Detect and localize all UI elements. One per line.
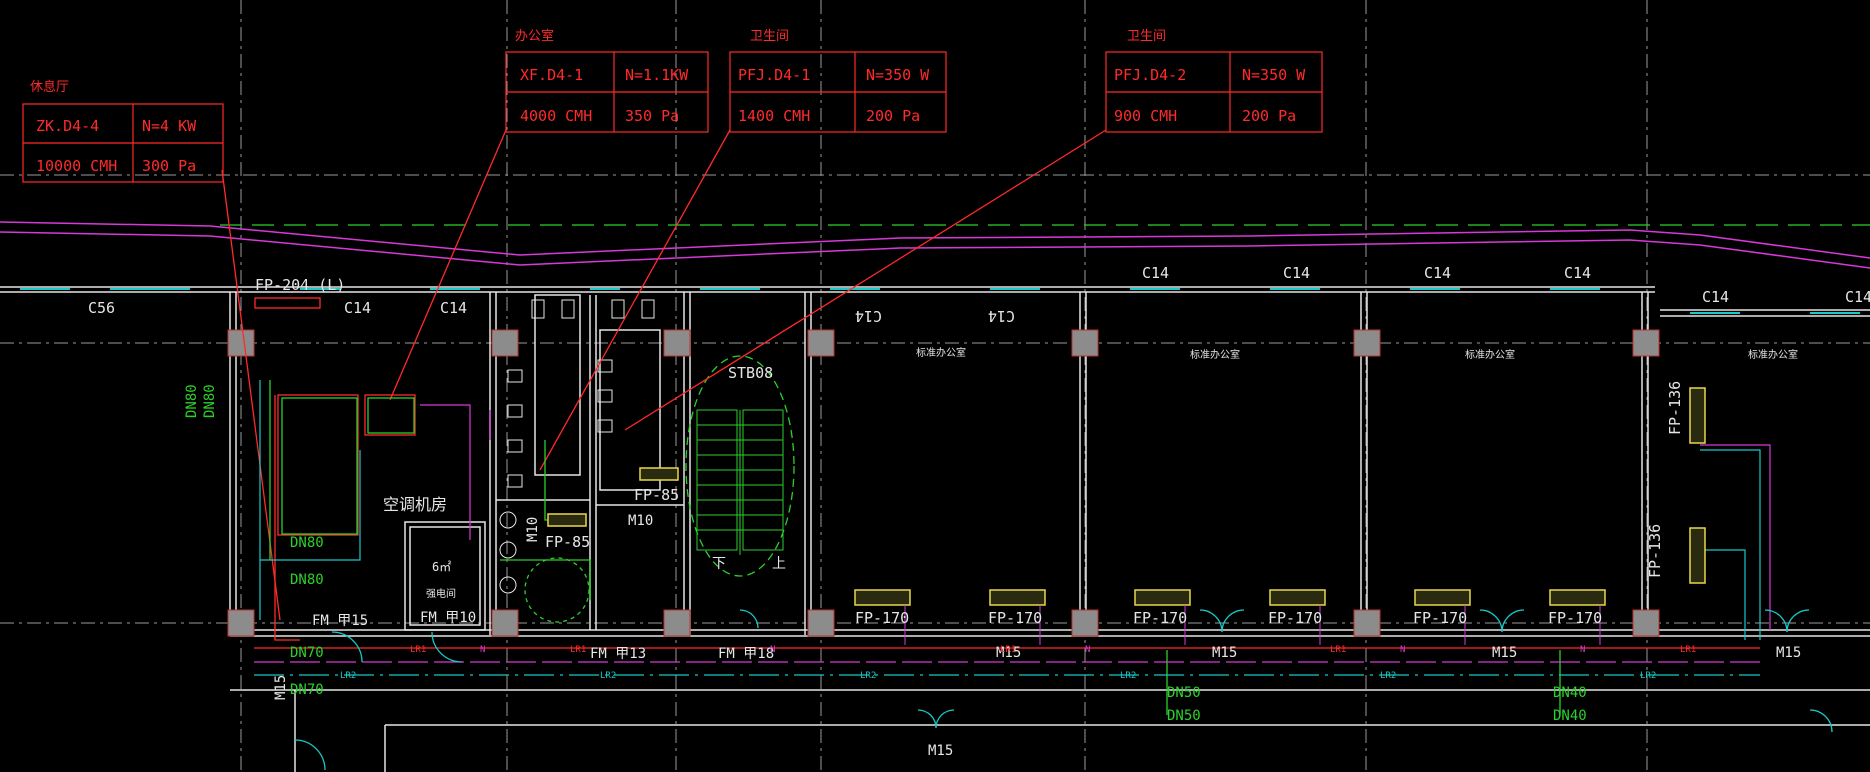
- hvac-equipment: [221, 129, 1760, 649]
- fan-coil-label: FP-170: [988, 609, 1042, 627]
- table-cell-pressure: 200 Pa: [866, 107, 920, 125]
- door-label: M15: [928, 743, 953, 759]
- door-label: FM 甲18: [718, 646, 774, 662]
- cad-drawing-canvas[interactable]: 休息厅 ZK.D4-4 N=4 KW 10000 CMH 300 Pa 办公室 …: [0, 0, 1870, 772]
- line-code: N: [480, 645, 485, 655]
- door-label: FM 甲13: [590, 646, 646, 662]
- table-cell-tag: PFJ.D4-2: [1114, 66, 1186, 84]
- window-label: C14: [344, 299, 371, 317]
- fan-coil-label: FP-170: [855, 609, 909, 627]
- office-room-label: 标准办公室: [916, 346, 966, 359]
- fan-coil-label: FP-170: [1548, 609, 1602, 627]
- pipe-size-label: DN70: [290, 682, 324, 698]
- table-cell-power: N=350 W: [866, 66, 930, 84]
- fan-coil-label: FP-85: [545, 533, 590, 551]
- window-label: C14: [1283, 264, 1310, 282]
- door-label: M15: [1212, 645, 1237, 661]
- table-cell-power: N=1.1KW: [625, 66, 689, 84]
- door-label: FM 甲15: [312, 613, 368, 629]
- room-label-rest-hall: 休息厅: [30, 79, 69, 95]
- pipe-size-label: DN50: [1167, 685, 1201, 701]
- window-label: C14: [1564, 264, 1591, 282]
- table-cell-airflow: 10000 CMH: [36, 157, 117, 175]
- exterior-duct: [0, 221, 1870, 269]
- window-label: C14: [1845, 288, 1870, 306]
- axis-grid: [0, 0, 1870, 772]
- line-code: N: [1085, 645, 1090, 655]
- table-cell-tag: ZK.D4-4: [36, 117, 99, 135]
- table-cell-power: N=4 KW: [142, 117, 197, 135]
- line-code: N: [1400, 645, 1405, 655]
- ahu-room-label: 空调机房: [383, 495, 447, 514]
- table-cell-airflow: 900 CMH: [1114, 107, 1177, 125]
- line-code: LR2: [1120, 671, 1136, 681]
- door-label: FM 甲10: [420, 610, 476, 626]
- door-label: M15: [273, 675, 289, 700]
- line-code: LR2: [860, 671, 876, 681]
- fan-coil-label: FP-136: [1646, 524, 1664, 578]
- window-label-mirrored: C14: [855, 307, 882, 325]
- window-label: C14: [1702, 288, 1729, 306]
- line-code: LR2: [600, 671, 616, 681]
- line-code: LR1: [1000, 645, 1016, 655]
- table-cell-pressure: 300 Pa: [142, 157, 196, 175]
- door-label: M15: [1776, 645, 1801, 661]
- fan-coil-units: [547, 387, 1706, 645]
- door-label: M10: [525, 517, 541, 542]
- fan-coil-label: FP-85: [634, 486, 679, 504]
- line-code: LR2: [1380, 671, 1396, 681]
- stair-up-label: 上: [772, 556, 786, 572]
- pipe-size-label: DN80: [202, 384, 218, 418]
- pipe-size-label: DN40: [1553, 708, 1587, 724]
- pipe-size-label: DN70: [290, 645, 324, 661]
- pipe-size-label: DN80: [184, 384, 200, 418]
- stair-down-label: 下: [712, 556, 726, 572]
- line-code: LR1: [410, 645, 426, 655]
- window-label-mirrored: C14: [988, 307, 1015, 325]
- line-code: LR1: [1680, 645, 1696, 655]
- small-room-area: 6㎡: [432, 560, 451, 574]
- line-code: LR2: [1640, 671, 1656, 681]
- line-code: LR1: [1330, 645, 1346, 655]
- line-code: N: [1580, 645, 1585, 655]
- office-room-label: 标准办公室: [1465, 348, 1515, 361]
- window-label: C14: [1424, 264, 1451, 282]
- pipe-size-label: DN50: [1167, 708, 1201, 724]
- door-label: M15: [1492, 645, 1517, 661]
- line-code: LR2: [340, 671, 356, 681]
- room-label-toilet: 卫生间: [750, 29, 789, 44]
- table-cell-airflow: 1400 CMH: [738, 107, 810, 125]
- fan-coil-label: FP-170: [1413, 609, 1467, 627]
- stair-label: STB08: [728, 364, 773, 382]
- fan-coil-label: FP-136: [1666, 381, 1684, 435]
- line-code: N: [770, 645, 775, 655]
- table-cell-tag: XF.D4-1: [520, 66, 583, 84]
- interior-walls: [229, 292, 1870, 772]
- office-room-label: 标准办公室: [1748, 348, 1798, 361]
- door-label: M10: [628, 513, 653, 529]
- table-cell-power: N=350 W: [1242, 66, 1306, 84]
- table-cell-tag: PFJ.D4-1: [738, 66, 810, 84]
- line-code: LR1: [570, 645, 586, 655]
- window-label: C14: [440, 299, 467, 317]
- window-label: C14: [1142, 264, 1169, 282]
- room-label-toilet: 卫生间: [1127, 29, 1166, 44]
- table-cell-pressure: 200 Pa: [1242, 107, 1296, 125]
- window-label: C56: [88, 299, 115, 317]
- office-room-label: 标准办公室: [1190, 348, 1240, 361]
- pipe-size-label: DN80: [290, 535, 324, 551]
- table-cell-pressure: 350 Pa: [625, 107, 679, 125]
- fan-coil-label: FP-204 (L): [255, 276, 345, 294]
- small-room-name: 强电间: [426, 587, 456, 600]
- room-label-office: 办公室: [515, 28, 554, 44]
- fan-coil-label: FP-170: [1268, 609, 1322, 627]
- stairwell: [685, 355, 795, 577]
- pipe-size-label: DN80: [290, 572, 324, 588]
- table-cell-airflow: 4000 CMH: [520, 107, 592, 125]
- fan-coil-label: FP-170: [1133, 609, 1187, 627]
- pipe-size-label: DN40: [1553, 685, 1587, 701]
